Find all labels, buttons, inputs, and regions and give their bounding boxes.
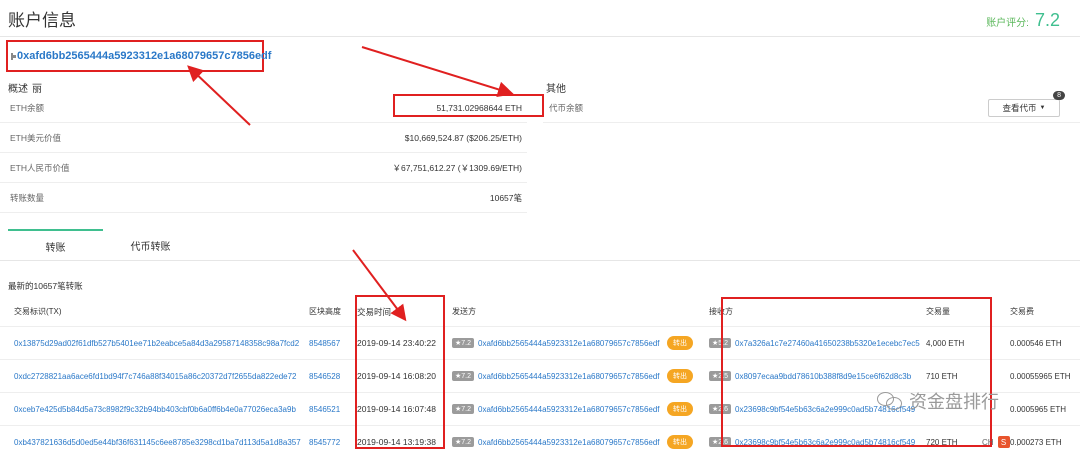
header-divider (0, 36, 1080, 37)
from-cell: ★7.2 0xafd6bb2565444a5923312e1a68079657c… (452, 360, 660, 392)
out-badge: 转出 (667, 435, 693, 449)
overview-row-cny-value: ETH人民币价值 ￥67,751,612.27 (￥1309.69/ETH) (0, 153, 527, 183)
token-count-badge: 8 (1053, 90, 1065, 100)
out-badge: 转出 (667, 402, 693, 416)
header-block: 区块高度 (309, 307, 341, 316)
block-link[interactable]: 8545772 (309, 426, 340, 453)
address-highlight-box: 0xafd6bb2565444a5923312e1a68079657c7856e… (6, 40, 271, 72)
overview-value: 10657笔 (489, 192, 522, 203)
from-score-tag: ★7.2 (452, 404, 475, 414)
from-address-link[interactable]: 0xafd6bb2565444a5923312e1a68079657c7856e… (478, 372, 660, 381)
tx-hash-link[interactable]: 0xdc2728821aa6ace6fd1bd94f7c746a88f34015… (14, 360, 297, 392)
overview-label: ETH人民币价值 (10, 162, 70, 173)
page-title: 账户信息 (8, 11, 76, 30)
header-tx: 交易标识(TX) (14, 307, 62, 316)
view-token-label: 查看代币 (1002, 102, 1037, 113)
score-value: 7.2 (1034, 10, 1060, 30)
s-logo-icon[interactable]: S (997, 436, 1010, 448)
header-from: 发送方 (452, 307, 476, 316)
overview-row-tx-count: 转账数量 10657笔 (0, 183, 527, 213)
block-link[interactable]: 8546521 (309, 393, 340, 425)
header-fee: 交易费 (1010, 307, 1034, 316)
time-highlight-box (355, 295, 445, 449)
overview-row-usd-value: ETH美元价值 $10,669,524.87 ($206.25/ETH) (0, 123, 527, 153)
from-score: 7.2 (461, 373, 472, 380)
from-cell: ★7.2 0xafd6bb2565444a5923312e1a68079657c… (452, 393, 660, 425)
token-balance-label: 代币余额 (549, 102, 584, 113)
overview-value: $10,669,524.87 ($206.25/ETH) (404, 132, 522, 143)
out-badge: 转出 (667, 336, 693, 350)
eth-balance-highlight-box (393, 94, 544, 117)
account-address[interactable]: 0xafd6bb2565444a5923312e1a68079657c7856e… (17, 50, 271, 62)
account-score: 账户评分: 7.2 (986, 10, 1060, 31)
tx-fee: 0.000546 ETH (1010, 338, 1062, 348)
tx-hash-link[interactable]: 0xb437821636d5d0ed5e44bf36f631145c6ee878… (14, 426, 301, 453)
overview-label: 转账数量 (10, 192, 45, 203)
tab-transfers[interactable]: 转账 (8, 229, 103, 261)
from-score-tag: ★7.2 (452, 338, 475, 348)
direction-cell: 转出 (667, 393, 693, 425)
block-link[interactable]: 8546528 (309, 360, 340, 392)
token-balance-row: 代币余额 查看代币 ▼ 8 (543, 90, 1080, 123)
watermark-text: 资金盘排行 (909, 392, 999, 412)
from-score-tag: ★7.2 (452, 437, 475, 447)
block-link[interactable]: 8548567 (309, 327, 340, 359)
from-score: 7.2 (461, 406, 472, 413)
from-address-link[interactable]: 0xafd6bb2565444a5923312e1a68079657c7856e… (478, 339, 660, 348)
from-score-tag: ★7.2 (452, 371, 475, 381)
view-token-button[interactable]: 查看代币 ▼ 8 (988, 90, 1065, 117)
tx-count-text: 最新的10657笔转账 (8, 281, 83, 291)
from-address-link[interactable]: 0xafd6bb2565444a5923312e1a68079657c7856e… (478, 438, 660, 447)
arrow-to-balance (361, 46, 514, 98)
direction-cell: 转出 (667, 327, 693, 359)
tx-fee: 0.0005965 ETH (1010, 404, 1067, 414)
direction-cell: 转出 (667, 426, 693, 453)
from-score: 7.2 (461, 439, 472, 446)
tx-fee: 0.00055965 ETH (1010, 371, 1071, 381)
from-cell: ★7.2 0xafd6bb2565444a5923312e1a68079657c… (452, 426, 660, 453)
tab-divider (0, 260, 1080, 261)
score-label: 账户评分: (986, 18, 1029, 29)
watermark: 资金盘排行 (877, 388, 999, 414)
caret-down-icon: ▼ (1039, 104, 1046, 111)
overview-label: ETH余额 (10, 102, 45, 113)
language-label[interactable]: CH (982, 438, 994, 447)
tab-token-transfers[interactable]: 代币转账 (103, 229, 198, 261)
overview-value: ￥67,751,612.27 (￥1309.69/ETH) (392, 162, 522, 173)
tx-hash-link[interactable]: 0xceb7e425d5b84d5a73c8982f9c32b94bb403cb… (14, 393, 296, 425)
receiver-amount-highlight-box (721, 297, 992, 447)
overview-label: ETH美元价值 (10, 132, 62, 143)
out-badge: 转出 (667, 369, 693, 383)
tx-hash-link[interactable]: 0x13875d29ad02f61dfb527b5401ee71b2eabce5… (14, 327, 299, 359)
tx-tabs: 转账 代币转账 (8, 229, 198, 261)
qr-code-icon[interactable] (11, 52, 16, 60)
floating-toolbar: CH S ⋮ (982, 436, 1022, 448)
from-address-link[interactable]: 0xafd6bb2565444a5923312e1a68079657c7856e… (478, 405, 660, 414)
from-cell: ★7.2 0xafd6bb2565444a5923312e1a68079657c… (452, 327, 660, 359)
wechat-icon (877, 392, 903, 410)
dots-icon[interactable]: ⋮ (1014, 438, 1022, 447)
direction-cell: 转出 (667, 360, 693, 392)
from-score: 7.2 (461, 340, 472, 347)
